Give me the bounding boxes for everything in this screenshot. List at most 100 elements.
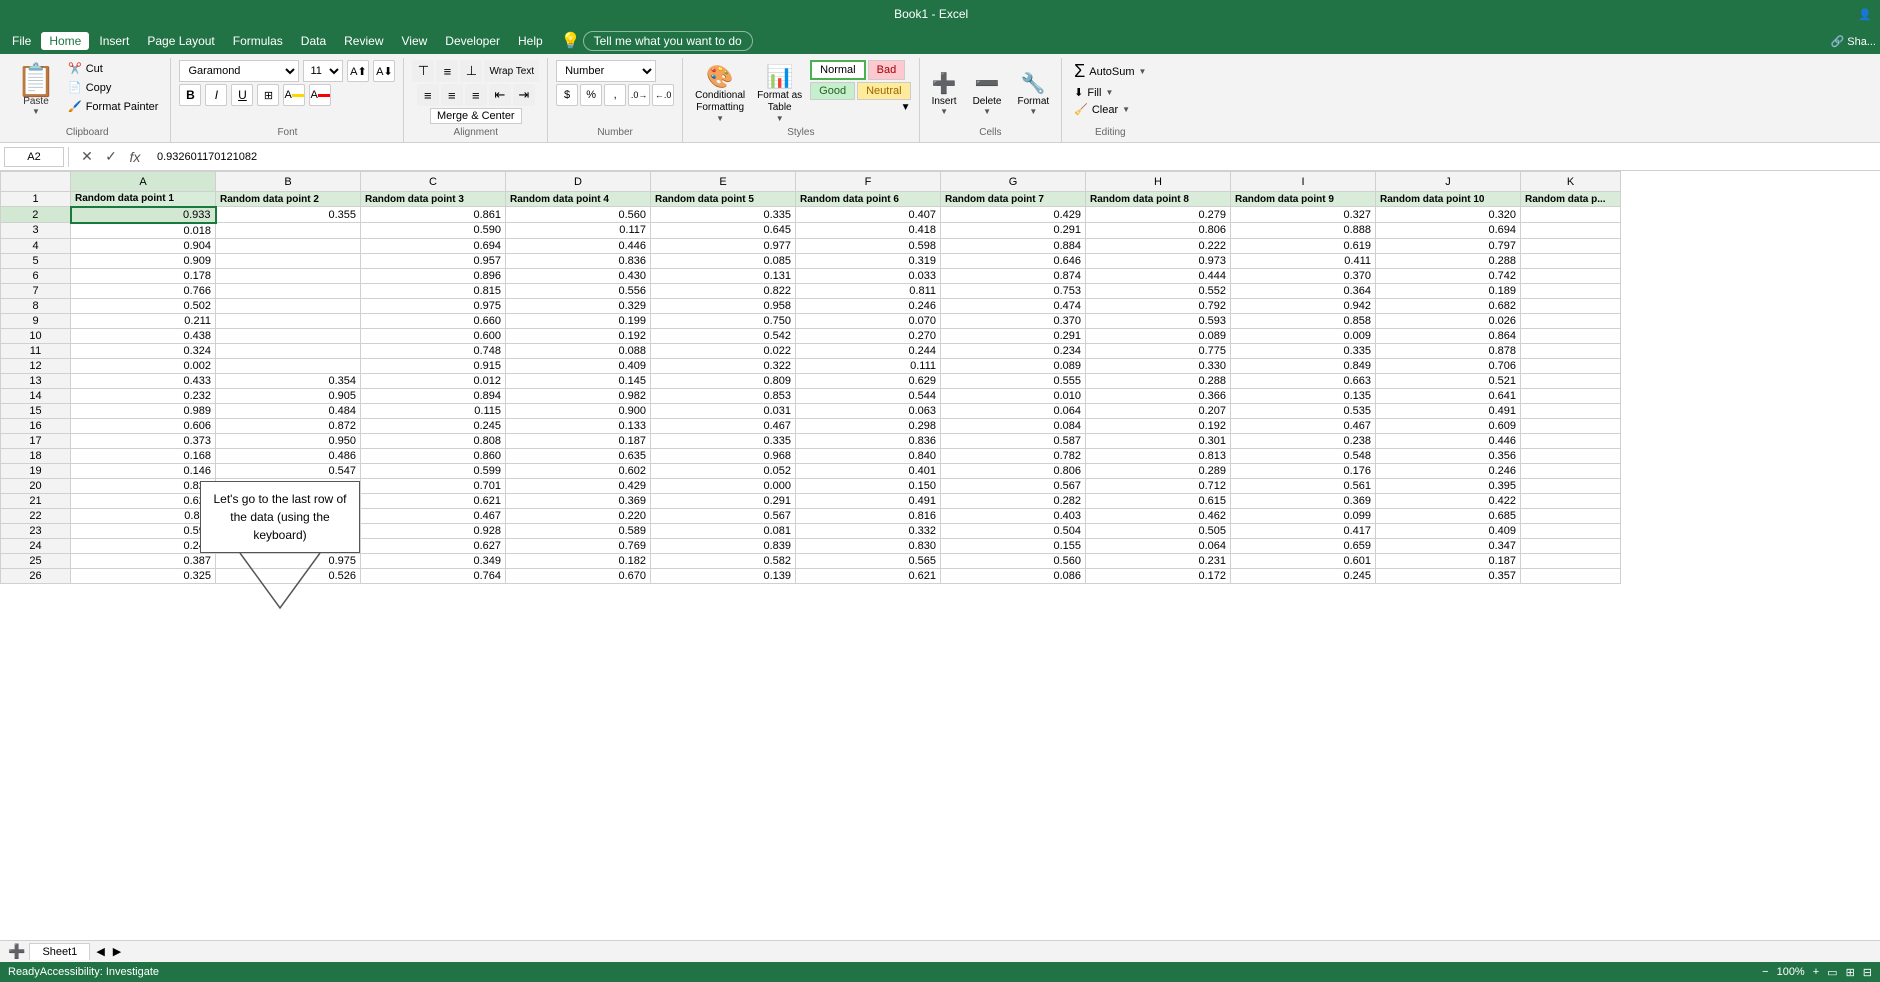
font-size-select[interactable]: 11: [303, 60, 343, 82]
data-cell[interactable]: [1521, 553, 1621, 568]
data-cell[interactable]: 0.957: [361, 253, 506, 268]
format-button[interactable]: 🔧 Format ▼: [1013, 69, 1053, 118]
view-page-layout-button[interactable]: ⊞: [1846, 966, 1855, 979]
data-cell[interactable]: [1521, 343, 1621, 358]
data-cell[interactable]: 0.552: [1086, 283, 1231, 298]
data-cell[interactable]: 0.535: [1231, 403, 1376, 418]
data-cell[interactable]: 0.646: [941, 253, 1086, 268]
data-cell[interactable]: 0.694: [1376, 223, 1521, 239]
data-cell[interactable]: 0.822: [651, 283, 796, 298]
data-cell[interactable]: 0.335: [1231, 343, 1376, 358]
data-cell[interactable]: [1521, 568, 1621, 583]
decimal-increase-button[interactable]: .0→: [628, 84, 650, 106]
data-cell[interactable]: 0.366: [1086, 388, 1231, 403]
data-cell[interactable]: [1521, 493, 1621, 508]
italic-button[interactable]: I: [205, 84, 227, 106]
data-cell[interactable]: 0.429: [941, 207, 1086, 223]
scroll-sheet-left[interactable]: ◀: [92, 945, 108, 958]
data-cell[interactable]: 0.670: [506, 568, 651, 583]
data-cell[interactable]: 0.192: [1086, 418, 1231, 433]
data-cell[interactable]: 0.168: [71, 448, 216, 463]
data-cell[interactable]: 0.244: [796, 343, 941, 358]
menu-item-page-layout[interactable]: Page Layout: [139, 32, 222, 50]
data-cell[interactable]: 0.587: [941, 433, 1086, 448]
data-cell[interactable]: 0.187: [1376, 553, 1521, 568]
data-cell[interactable]: 0.797: [1376, 238, 1521, 253]
data-cell[interactable]: 0.010: [941, 388, 1086, 403]
data-cell[interactable]: 0.975: [361, 298, 506, 313]
data-cell[interactable]: 0.417: [1231, 523, 1376, 538]
col-header-k[interactable]: K: [1521, 172, 1621, 192]
data-cell[interactable]: 0.853: [651, 388, 796, 403]
data-cell[interactable]: 0.234: [941, 343, 1086, 358]
data-cell[interactable]: 0.601: [1231, 553, 1376, 568]
data-cell[interactable]: 0.354: [216, 373, 361, 388]
data-cell[interactable]: 0.589: [506, 523, 651, 538]
data-cell[interactable]: 0.172: [1086, 568, 1231, 583]
increase-font-button[interactable]: A⬆: [347, 60, 369, 82]
data-cell[interactable]: 0.291: [941, 328, 1086, 343]
data-cell[interactable]: 0.989: [71, 403, 216, 418]
data-cell[interactable]: 0.387: [71, 553, 216, 568]
data-cell[interactable]: [1521, 418, 1621, 433]
merge-center-button[interactable]: Merge & Center: [430, 108, 522, 124]
data-cell[interactable]: 0.052: [651, 463, 796, 478]
data-cell[interactable]: 0.207: [1086, 403, 1231, 418]
data-cell[interactable]: 0.111: [796, 358, 941, 373]
data-cell[interactable]: [1521, 358, 1621, 373]
data-cell[interactable]: [216, 223, 361, 239]
data-cell[interactable]: 0.033: [796, 268, 941, 283]
data-cell[interactable]: 0.836: [506, 253, 651, 268]
data-cell[interactable]: 0.782: [941, 448, 1086, 463]
col-header-i[interactable]: I: [1231, 172, 1376, 192]
data-cell[interactable]: 0.958: [651, 298, 796, 313]
data-cell[interactable]: 0.896: [361, 268, 506, 283]
data-cell[interactable]: 0.099: [1231, 508, 1376, 523]
data-cell[interactable]: 0.663: [1231, 373, 1376, 388]
data-cell[interactable]: [1521, 283, 1621, 298]
center-align-button[interactable]: ≡: [441, 84, 463, 106]
data-cell[interactable]: 0.063: [796, 403, 941, 418]
fill-color-button[interactable]: A: [283, 84, 305, 106]
data-cell[interactable]: 0.064: [941, 403, 1086, 418]
font-color-button[interactable]: A: [309, 84, 331, 106]
data-cell[interactable]: [216, 298, 361, 313]
data-cell[interactable]: 0.973: [1086, 253, 1231, 268]
data-cell[interactable]: 0.567: [651, 508, 796, 523]
data-cell[interactable]: [216, 268, 361, 283]
data-cell[interactable]: 0.115: [361, 403, 506, 418]
data-cell[interactable]: 0.467: [361, 508, 506, 523]
data-cell[interactable]: [1521, 253, 1621, 268]
data-cell[interactable]: 0.593: [1086, 313, 1231, 328]
data-cell[interactable]: 0.403: [941, 508, 1086, 523]
paste-button[interactable]: 📋 Paste ▼: [12, 60, 60, 120]
neutral-style-button[interactable]: Neutral: [857, 82, 910, 100]
data-cell[interactable]: 0.192: [506, 328, 651, 343]
data-cell[interactable]: 0.602: [506, 463, 651, 478]
menu-item-help[interactable]: Help: [510, 32, 551, 50]
data-cell[interactable]: 0.349: [361, 553, 506, 568]
data-cell[interactable]: 0.155: [941, 538, 1086, 553]
underline-button[interactable]: U: [231, 84, 253, 106]
data-cell[interactable]: [1521, 448, 1621, 463]
data-cell[interactable]: 0.968: [651, 448, 796, 463]
data-cell[interactable]: 0.808: [361, 433, 506, 448]
data-cell[interactable]: 0.418: [796, 223, 941, 239]
data-cell[interactable]: [216, 238, 361, 253]
cancel-formula-icon[interactable]: ✕: [77, 147, 97, 167]
data-cell[interactable]: 0.301: [1086, 433, 1231, 448]
data-cell[interactable]: 0.369: [1231, 493, 1376, 508]
data-cell[interactable]: 0.131: [651, 268, 796, 283]
data-cell[interactable]: 0.430: [506, 268, 651, 283]
data-cell[interactable]: 0.556: [506, 283, 651, 298]
col-header-f[interactable]: F: [796, 172, 941, 192]
data-cell[interactable]: 0.620: [71, 493, 216, 508]
dollar-button[interactable]: $: [556, 84, 578, 106]
data-cell[interactable]: 0.750: [651, 313, 796, 328]
data-cell[interactable]: 0.561: [1231, 478, 1376, 493]
data-cell[interactable]: 0.502: [71, 298, 216, 313]
data-cell[interactable]: 0.089: [1086, 328, 1231, 343]
menu-item-insert[interactable]: Insert: [91, 32, 137, 50]
data-cell[interactable]: 0.706: [1376, 358, 1521, 373]
data-cell[interactable]: 0.627: [361, 538, 506, 553]
